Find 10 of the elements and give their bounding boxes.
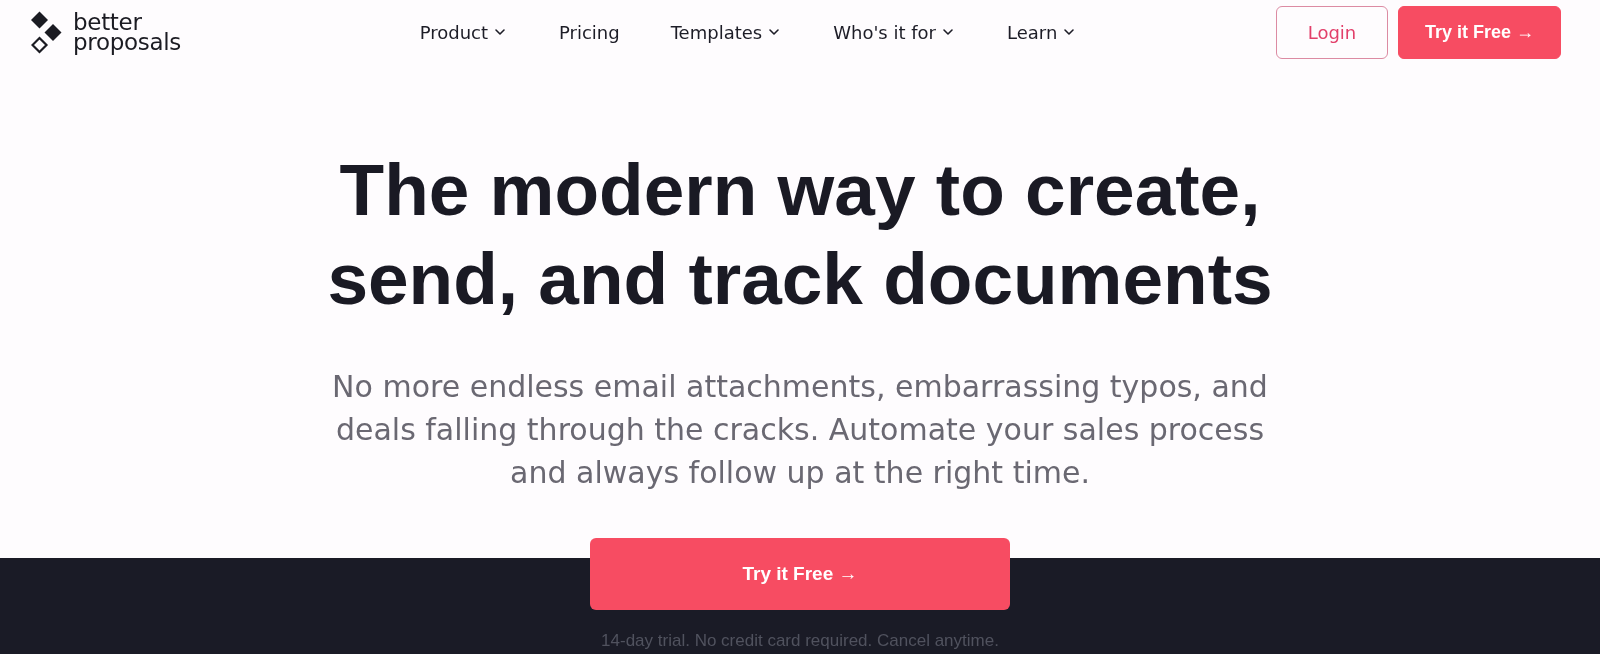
nav-link[interactable]: Pricing [559,21,620,43]
nav-link[interactable]: Product [419,21,508,43]
nav-link[interactable]: Learn [1007,21,1078,43]
login-button[interactable]: Login [1276,5,1388,59]
trial-note: 14-day trial. No credit card required. Cancel anytime. [601,631,999,651]
hero-heading: The modern way to create, send, and track documents [326,148,1274,321]
logo-diamonds-icon [31,10,62,54]
hero-subheading: No more endless email attachments, embarrassing typos, and deals falling through the cracks. Automate your sales process and always follow up at the right time. [331,368,1269,492]
nav-link[interactable]: Templates [670,21,783,43]
nav-link[interactable]: Who's it for [833,21,956,43]
